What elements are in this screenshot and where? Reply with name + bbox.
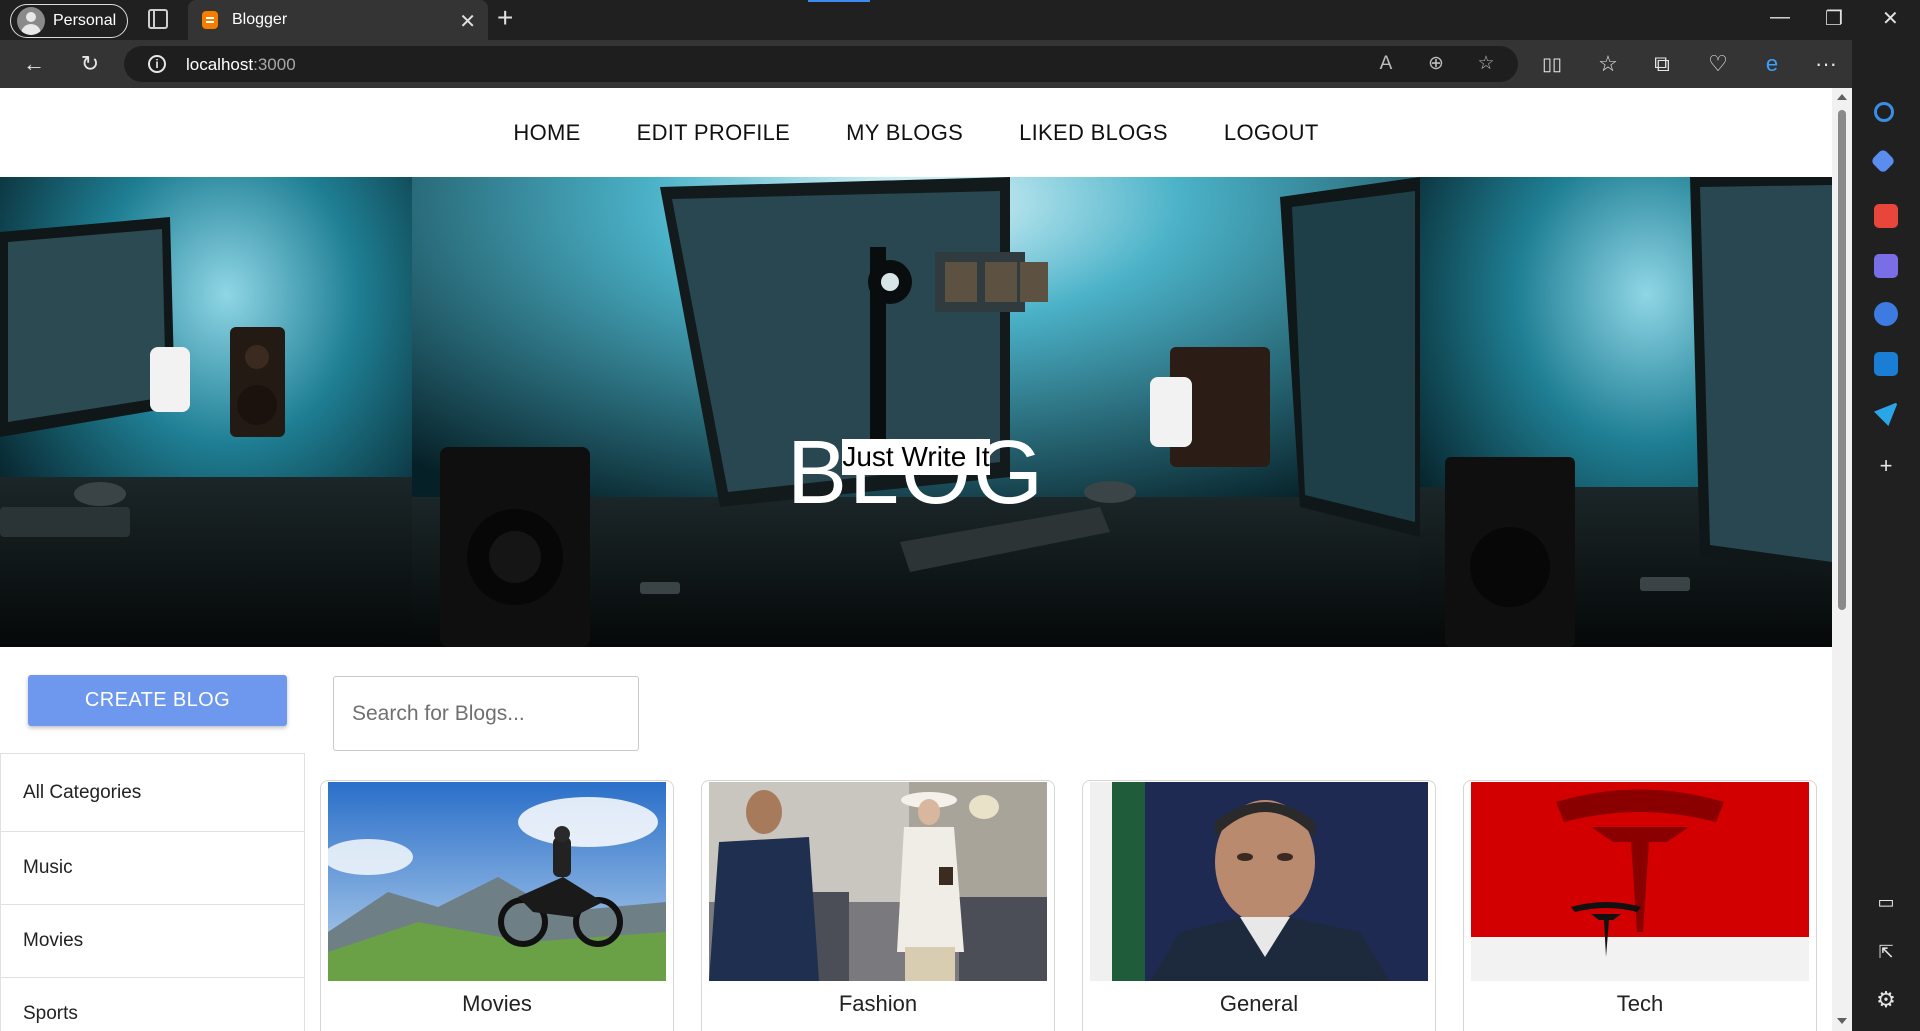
collections-icon[interactable]: ⧉ xyxy=(1646,48,1678,80)
card-label: Tech xyxy=(1616,991,1664,1016)
tools-icon[interactable] xyxy=(1874,204,1898,228)
site-navigation: HOME EDIT PROFILE MY BLOGS LIKED BLOGS L… xyxy=(0,88,1832,177)
tab-bar: Personal Blogger ✕ + — ❐ ✕ xyxy=(0,0,1920,40)
blogger-favicon-icon xyxy=(202,11,218,29)
nav-logout[interactable]: LOGOUT xyxy=(1224,120,1319,146)
blog-card-general[interactable]: General xyxy=(1082,780,1436,1031)
card-label: Movies xyxy=(462,991,532,1016)
scroll-up-icon[interactable] xyxy=(1837,94,1847,100)
category-sports[interactable]: Sports xyxy=(1,978,304,1031)
tab-title: Blogger xyxy=(232,11,288,28)
profile-button[interactable]: Personal xyxy=(10,4,128,38)
favorite-star-icon[interactable]: ☆ xyxy=(1472,50,1500,78)
search-icon[interactable] xyxy=(1874,102,1894,122)
site-info-icon[interactable]: i xyxy=(148,55,166,73)
profile-label: Personal xyxy=(53,12,117,29)
blog-card-tech[interactable]: Tech xyxy=(1463,780,1817,1031)
card-label: Fashion xyxy=(838,991,918,1016)
card-image-fashion xyxy=(709,782,1047,981)
games-icon[interactable] xyxy=(1874,254,1898,278)
open-external-icon[interactable]: ⇱ xyxy=(1870,936,1902,968)
edge-sidebar: + ▭ ⇱ ⚙ xyxy=(1852,40,1920,1031)
close-tab-icon[interactable]: ✕ xyxy=(459,9,476,34)
zoom-icon[interactable]: ⊕ xyxy=(1422,50,1450,78)
blog-card-movies[interactable]: Movies xyxy=(320,780,674,1031)
avatar xyxy=(17,7,45,35)
nav-liked-blogs[interactable]: LIKED BLOGS xyxy=(1019,120,1168,146)
category-all[interactable]: All Categories xyxy=(1,754,304,832)
favorites-icon[interactable]: ☆ xyxy=(1592,48,1624,80)
scroll-thumb[interactable] xyxy=(1838,110,1846,610)
restore-icon[interactable]: ❐ xyxy=(1825,6,1843,31)
nav-edit-profile[interactable]: EDIT PROFILE xyxy=(637,120,791,146)
tab-blogger[interactable]: Blogger ✕ xyxy=(188,0,488,40)
url-text[interactable]: localhost:3000 xyxy=(186,55,296,75)
create-blog-button[interactable]: CREATE BLOG xyxy=(28,675,287,726)
tab-actions-icon[interactable] xyxy=(148,9,168,29)
browser-toolbar: ← ↻ i localhost:3000 A ⊕ ☆ ▯▯ ☆ ⧉ ♡ e ··… xyxy=(0,40,1920,88)
address-bar[interactable]: i localhost:3000 A ⊕ ☆ xyxy=(124,46,1518,82)
scroll-down-icon[interactable] xyxy=(1837,1018,1847,1024)
browser-essentials-icon[interactable]: ♡ xyxy=(1702,48,1734,80)
split-screen-icon[interactable]: ▯▯ xyxy=(1536,48,1568,80)
microsoft-365-icon[interactable] xyxy=(1874,302,1898,326)
hero-subtitle: Just Write It xyxy=(842,439,990,475)
more-options-icon[interactable]: ··· xyxy=(1810,48,1842,80)
page-viewport: HOME EDIT PROFILE MY BLOGS LIKED BLOGS L… xyxy=(0,88,1852,1031)
edge-drop-icon[interactable]: e xyxy=(1756,48,1788,80)
category-music[interactable]: Music xyxy=(1,832,304,905)
nav-home[interactable]: HOME xyxy=(513,120,580,146)
page-scrollbar[interactable] xyxy=(1832,88,1852,1031)
category-list: All Categories Music Movies Sports xyxy=(0,753,305,1031)
card-label: General xyxy=(1219,991,1299,1016)
nav-my-blogs[interactable]: MY BLOGS xyxy=(846,120,963,146)
hero-banner: BLOG xyxy=(0,177,1832,647)
category-movies[interactable]: Movies xyxy=(1,905,304,978)
hide-sidebar-icon[interactable]: ▭ xyxy=(1870,886,1902,918)
close-window-icon[interactable]: ✕ xyxy=(1882,6,1899,31)
card-image-motorbike xyxy=(328,782,666,981)
minimize-icon[interactable]: — xyxy=(1770,6,1790,29)
refresh-icon[interactable]: ↻ xyxy=(74,48,106,80)
new-tab-button[interactable]: + xyxy=(497,2,513,34)
shopping-tag-icon[interactable] xyxy=(1870,148,1896,174)
read-aloud-icon[interactable]: A xyxy=(1372,50,1400,78)
drag-indicator xyxy=(808,0,870,2)
card-image-tesla-logo xyxy=(1471,782,1809,981)
hero-background-image xyxy=(0,177,1832,647)
settings-gear-icon[interactable]: ⚙ xyxy=(1870,984,1902,1016)
search-input[interactable] xyxy=(333,676,639,751)
card-image-portrait xyxy=(1090,782,1428,981)
add-sidebar-icon[interactable]: + xyxy=(1870,450,1902,482)
back-icon[interactable]: ← xyxy=(18,48,50,80)
blog-card-fashion[interactable]: Fashion xyxy=(701,780,1055,1031)
telegram-icon[interactable] xyxy=(1874,402,1898,426)
outlook-icon[interactable] xyxy=(1874,352,1898,376)
